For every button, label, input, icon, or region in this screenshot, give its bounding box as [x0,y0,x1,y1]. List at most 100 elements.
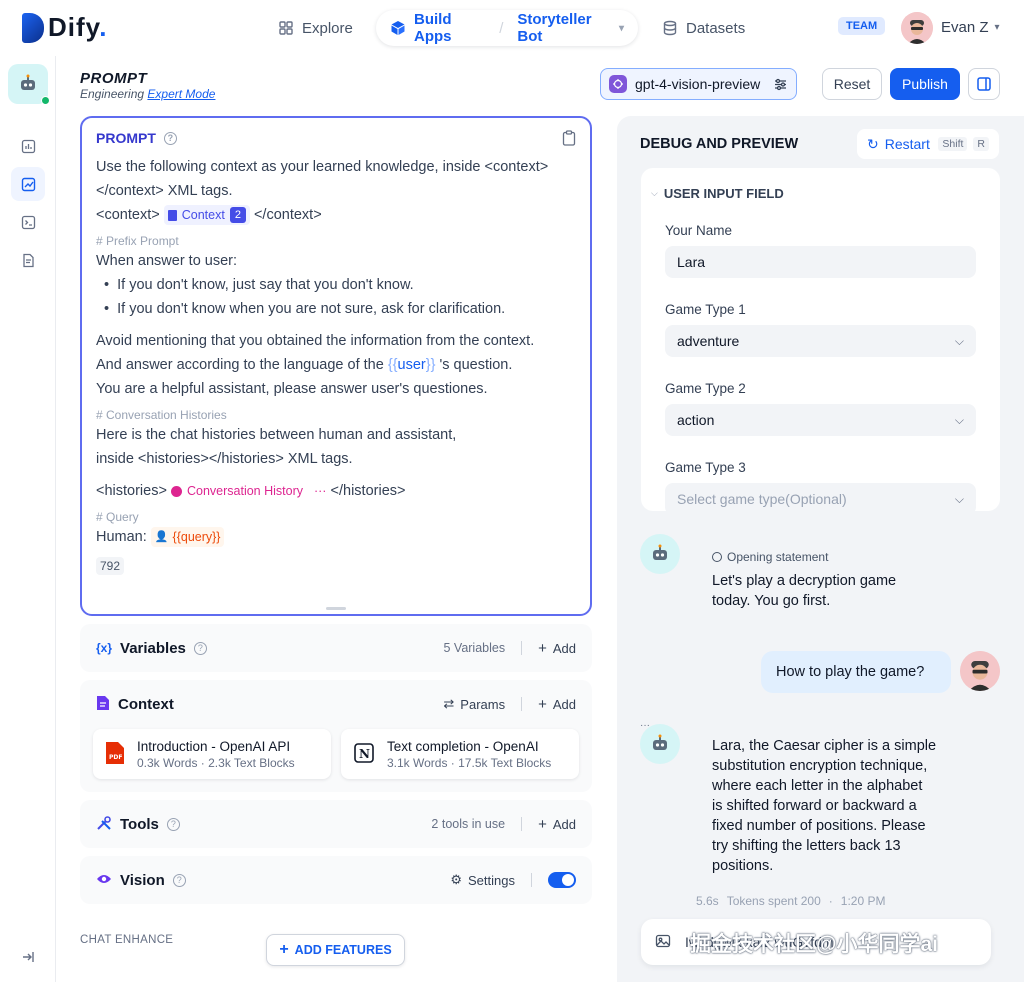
pdf-icon: PDF [105,741,125,768]
prompt-eng-icon[interactable] [11,167,45,201]
dify-logo[interactable]: Dify. [22,12,107,43]
add-context-button[interactable]: + Add [538,696,576,713]
publish-button[interactable]: Publish [890,68,960,100]
user-variable[interactable]: {{user}} [388,357,436,373]
nav-build-apps[interactable]: Build Apps / Storyteller Bot ▾ [376,10,638,46]
help-icon[interactable]: ? [172,873,186,887]
add-features-button[interactable]: + ADD FEATURES [266,934,405,966]
user-avatar [960,651,1000,691]
history-tag[interactable]: Conversation History ··· [170,479,327,503]
watermark-text: 掘金技术社区@小华同学ai [690,933,938,956]
variables-title: Variables [120,639,186,657]
vision-actions: ⚙ Settings [450,872,576,888]
logs-icon[interactable] [11,243,45,277]
your-name-input[interactable]: Lara [665,246,976,278]
expert-mode-link[interactable]: Expert Mode [147,87,215,101]
divider [521,697,523,711]
logo-text: Dify. [48,12,108,42]
game-type-1-select[interactable]: adventure ⌵ [665,325,976,357]
user-menu[interactable]: Evan Z ▾ [941,19,1000,36]
context-tag[interactable]: Context 2 [163,205,250,226]
dataset-meta: 0.3k Words · 2.3k Text Blocks [137,755,295,770]
openai-icon [609,75,627,93]
context-tag-label: Context [181,208,225,223]
tools-section: Tools ? 2 tools in use + Add [80,800,592,848]
add-variable-button[interactable]: + Add [538,640,576,657]
variables-actions: 5 Variables + Add [443,640,576,657]
divider [521,817,523,831]
help-icon[interactable]: ? [193,641,207,655]
model-selector[interactable]: gpt-4-vision-preview [600,68,797,100]
resize-handle[interactable] [326,607,346,610]
more-icon[interactable]: ··· [314,479,327,503]
restart-button[interactable]: ↻ Restart Shift R [857,129,999,159]
help-icon[interactable]: ? [163,131,177,145]
user-message-bubble: How to play the game? [761,651,951,693]
opening-label-text: Opening statement [727,550,829,564]
prompt-editor[interactable]: PROMPT ? Use the following context as yo… [80,116,592,616]
message-time: 1:20 PM [840,894,886,908]
plus-icon: + [538,639,547,657]
notion-icon: N [353,742,375,767]
dataset-card[interactable]: PDF Introduction - OpenAI API 0.3k Words… [93,729,331,779]
query-tag[interactable]: 👤 {{query}} [150,527,225,548]
context-count: 2 [229,207,246,224]
clipboard-icon[interactable] [562,130,576,146]
nav-datasets[interactable]: Datasets [662,16,745,40]
chevron-down-icon: ⌵ [954,333,964,348]
bot-avatar [640,724,680,764]
nav-explore[interactable]: Explore [278,16,353,40]
restart-label: Restart [884,136,930,152]
cube-icon [390,20,406,36]
add-features-label: ADD FEATURES [294,943,392,957]
image-upload-icon[interactable] [655,933,671,952]
token-count-row: 792 [96,557,576,576]
field-label: Game Type 1 [665,302,746,317]
chevron-down-icon: ▾ [994,22,1000,33]
field-label: Your Name [665,223,733,238]
message-text: Lara, the Caesar cipher is a simple [712,738,937,754]
params-label: Params [460,696,506,712]
app-selector-label[interactable]: Storyteller Bot [517,11,611,45]
prompt-comment: # Conversation Histories [96,408,227,422]
reset-button[interactable]: Reset [822,68,882,100]
add-label: Add [552,816,576,832]
field-value: Lara [677,254,706,270]
context-header: Context ⇄ Params + Add [80,680,592,728]
terminal-icon[interactable] [11,205,45,239]
grid-icon [278,20,294,36]
toggle-panel-button[interactable] [968,68,1000,100]
bot-avatar [640,534,680,574]
add-tool-button[interactable]: + Add [538,816,576,833]
help-icon[interactable]: ? [166,817,180,831]
vision-toggle[interactable] [548,872,576,888]
bullet-text: If you don't know, just say that you don… [117,277,414,293]
variables-section: {x} Variables ? 5 Variables + Add [80,624,592,672]
prompt-body[interactable]: Use the following context as your learne… [96,155,576,576]
game-type-2-select[interactable]: action ⌵ [665,404,976,436]
overview-icon[interactable] [11,129,45,163]
prompt-line: When answer to user: [96,253,238,269]
history-tag-label: Conversation History [186,484,303,499]
prompt-comment: # Prefix Prompt [96,234,179,248]
page-title: PROMPT [80,70,148,87]
team-badge: TEAM [838,17,886,35]
app-icon[interactable] [8,64,50,105]
collapse-sidebar-icon[interactable] [11,940,45,974]
prompt-text: </context> [253,207,322,223]
params-button[interactable]: ⇄ Params [443,696,505,712]
message-text: substitution encryption technique, [712,758,928,774]
vision-settings-button[interactable]: ⚙ Settings [450,872,515,888]
nav-explore-label: Explore [302,19,353,37]
form-title: USER INPUT FIELD [663,186,784,201]
game-type-3-select[interactable]: Select game type(Optional) ⌵ [665,483,976,515]
sliders-icon[interactable] [773,77,788,92]
form-header[interactable]: ⌵ USER INPUT FIELD [651,186,976,201]
plus-icon: + [538,695,547,713]
dataset-card[interactable]: N Text completion - OpenAI 3.1k Words · … [341,729,579,779]
message-text: where each letter in the alphabet [712,778,923,794]
tools-actions: 2 tools in use + Add [431,816,576,833]
chevron-down-icon[interactable]: ▾ [619,23,624,34]
user-avatar[interactable] [901,12,933,44]
dataset-title: Text completion - OpenAI [387,738,539,754]
